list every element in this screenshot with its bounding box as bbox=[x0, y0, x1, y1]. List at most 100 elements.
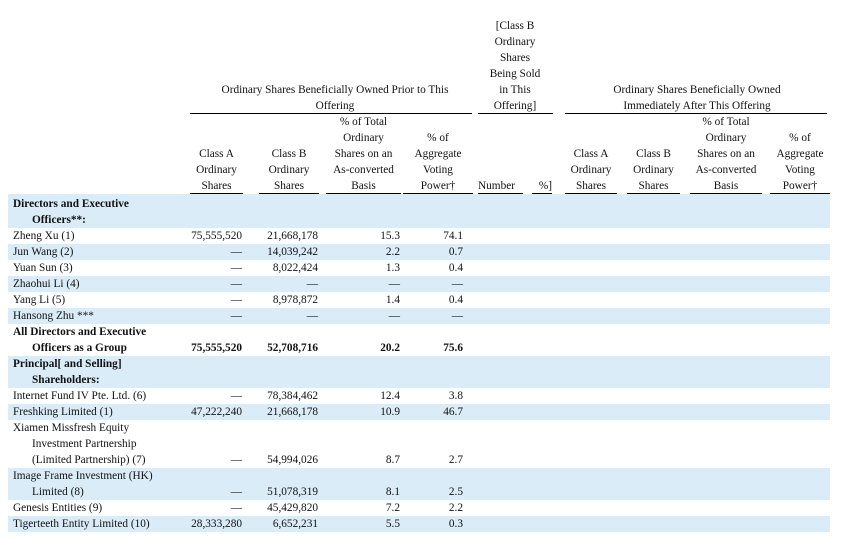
after-col-3-header-line: As-converted bbox=[695, 164, 757, 176]
after-col-1-header-line: Class A bbox=[573, 148, 609, 160]
class-b-shares-cell: 6,652,231 bbox=[272, 518, 318, 530]
class-b-shares-cell: — bbox=[306, 310, 318, 322]
class-a-shares-cell: — bbox=[230, 486, 242, 498]
pct-total-cell: 2.2 bbox=[385, 246, 400, 258]
after-col-1-header-line: Ordinary bbox=[570, 164, 612, 176]
table-row: Genesis Entities (9) — 45,429,820 7.2 2.2 bbox=[8, 500, 830, 516]
table-row: All Directors and Executive bbox=[8, 324, 830, 340]
row-label: Directors and Executive bbox=[13, 198, 129, 210]
class-b-shares-cell: 52,708,716 bbox=[267, 342, 318, 354]
after-col-4-underline bbox=[770, 193, 830, 194]
after-col-2-underline bbox=[627, 193, 680, 194]
prior-col-2-header-line: Ordinary bbox=[268, 164, 310, 176]
pct-total-cell: 8.1 bbox=[385, 486, 400, 498]
after-col-1-header-line: Shares bbox=[575, 180, 607, 192]
table-row: Investment Partnership bbox=[8, 436, 830, 452]
row-label: Yang Li (5) bbox=[13, 294, 66, 306]
table-row: Zheng Xu (1) 75,555,520 21,668,178 15.3 74.1 bbox=[8, 228, 830, 244]
class-a-shares-cell: — bbox=[230, 454, 242, 466]
pct-total-cell: 1.3 bbox=[385, 262, 400, 274]
pct-total-cell: 20.2 bbox=[380, 342, 400, 354]
class-a-shares-cell: — bbox=[230, 246, 242, 258]
class-b-shares-cell: 51,078,319 bbox=[267, 486, 318, 498]
row-label: Limited (8) bbox=[32, 486, 84, 498]
class-b-shares-cell: 14,039,242 bbox=[267, 246, 318, 258]
class-b-sold-line: Being Sold bbox=[489, 68, 541, 80]
after-col-2-header-line: Shares bbox=[638, 180, 669, 192]
prior-col-4-header-line: Voting bbox=[423, 164, 453, 176]
pct-voting-cell: 2.2 bbox=[448, 502, 463, 514]
table-row: Image Frame Investment (HK) bbox=[8, 468, 830, 484]
after-col-3-header-line: % of Total bbox=[702, 116, 750, 128]
class-b-shares-cell: 21,668,178 bbox=[267, 406, 318, 418]
prior-col-3-header-line: Basis bbox=[351, 180, 376, 192]
table-row: Jun Wang (2) — 14,039,242 2.2 0.7 bbox=[8, 244, 830, 260]
table-row: Yuan Sun (3) — 8,022,424 1.3 0.4 bbox=[8, 260, 830, 276]
pct-total-cell: 12.4 bbox=[380, 390, 400, 402]
pct-voting-cell: 46.7 bbox=[443, 406, 463, 418]
class-b-shares-cell: 21,668,178 bbox=[267, 230, 318, 242]
prior-col-1-underline bbox=[190, 193, 243, 194]
pct-voting-cell: 75.6 bbox=[443, 342, 463, 354]
class-a-shares-cell: 47,222,240 bbox=[191, 406, 242, 418]
after-col-4-header-line: % of bbox=[789, 132, 811, 144]
prior-col-1-header-line: Class A bbox=[199, 148, 234, 160]
row-label: Tigerteeth Entity Limited (10) bbox=[13, 518, 150, 530]
prior-offering-group-header: Ordinary Shares Beneficially Owned Prior… bbox=[221, 84, 449, 112]
sold-group-underline bbox=[478, 113, 553, 114]
pct-total-cell: 10.9 bbox=[380, 406, 400, 418]
table-row: Officers**: bbox=[8, 212, 830, 228]
prior-col-4-underline bbox=[403, 193, 473, 194]
class-b-shares-cell: 8,022,424 bbox=[272, 262, 318, 274]
table-row: Zhaohui Li (4) — — — — bbox=[8, 276, 830, 292]
class-b-shares-cell: 8,978,872 bbox=[272, 294, 318, 306]
pct-voting-cell: 0.4 bbox=[448, 262, 463, 274]
table-row: Yang Li (5) — 8,978,872 1.4 0.4 bbox=[8, 292, 830, 308]
after-col-2-header-line: Class B bbox=[636, 148, 671, 160]
row-label: Officers as a Group bbox=[32, 342, 127, 354]
pct-voting-cell: 2.5 bbox=[448, 486, 463, 498]
row-label: Officers**: bbox=[32, 214, 86, 226]
prior-col-2-header-line: Shares bbox=[273, 180, 305, 192]
pct-voting-cell: — bbox=[451, 310, 463, 322]
prior-col-4-header-line: Aggregate bbox=[414, 148, 462, 160]
percent-col-header: %] bbox=[538, 180, 552, 192]
class-b-sold-line: [Class B bbox=[495, 20, 535, 32]
prior-col-3-header-line: Shares on an bbox=[334, 148, 393, 160]
row-label: Zheng Xu (1) bbox=[13, 230, 75, 242]
row-label: Xiamen Missfresh Equity bbox=[13, 422, 130, 434]
table-row: Freshking Limited (1) 47,222,240 21,668,17… bbox=[8, 404, 830, 420]
table-row: Shareholders: bbox=[8, 372, 830, 388]
prior-col-1-header-line: Shares bbox=[201, 180, 232, 192]
class-b-shares-cell: — bbox=[306, 278, 318, 290]
row-label: Shareholders: bbox=[32, 374, 100, 386]
class-a-shares-cell: — bbox=[230, 310, 242, 322]
after-col-3-header-line: Ordinary bbox=[705, 132, 747, 144]
pct-voting-cell: 2.7 bbox=[448, 454, 463, 466]
row-label: Hansong Zhu *** bbox=[13, 310, 94, 322]
number-col-header-underline bbox=[478, 193, 523, 194]
row-label: Yuan Sun (3) bbox=[13, 262, 73, 274]
after-col-4-header-line: Voting bbox=[785, 164, 815, 176]
class-a-shares-cell: — bbox=[230, 278, 242, 290]
table-row: Limited (8) — 51,078,319 8.1 2.5 bbox=[8, 484, 830, 500]
class-b-sold-line: Shares bbox=[499, 52, 531, 64]
row-label: Genesis Entities (9) bbox=[13, 502, 103, 514]
pct-voting-cell: — bbox=[451, 278, 463, 290]
class-a-shares-cell: — bbox=[230, 294, 242, 306]
pct-total-cell: — bbox=[388, 310, 400, 322]
after-col-3-underline bbox=[690, 193, 762, 194]
percent-col-header-underline bbox=[532, 193, 552, 194]
row-label: (Limited Partnership) (7) bbox=[32, 454, 146, 466]
table-row: Tigerteeth Entity Limited (10) 28,333,280… bbox=[8, 516, 830, 532]
class-a-shares-cell: — bbox=[230, 262, 242, 274]
after-col-3-header-line: Basis bbox=[713, 180, 739, 192]
class-b-sold-line: Ordinary bbox=[494, 36, 536, 48]
after-col-3-header-line: Shares on an bbox=[697, 148, 755, 160]
prior-col-2-underline bbox=[259, 193, 319, 194]
prior-col-2-header-line: Class B bbox=[271, 148, 307, 160]
class-b-sold-line: Offering] bbox=[493, 100, 537, 112]
class-b-shares-cell: 54,994,026 bbox=[267, 454, 318, 466]
row-label: Internet Fund IV Pte. Ltd. (6) bbox=[13, 390, 147, 402]
prior-col-3-header-line: Ordinary bbox=[343, 132, 384, 144]
